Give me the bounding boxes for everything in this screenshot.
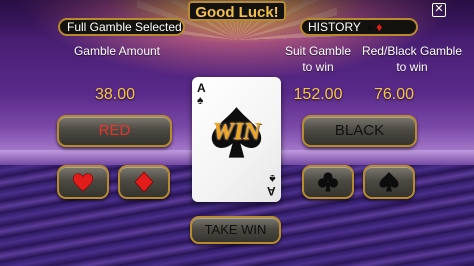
spades-icon [379, 172, 399, 192]
card-corner-spade-icon-bottom: ♠ [269, 172, 276, 186]
hearts-button[interactable] [57, 165, 109, 199]
suit-gamble-value: 152.00 [293, 86, 343, 103]
card-rank-bottom: A [267, 184, 276, 198]
clubs-button[interactable] [302, 165, 354, 199]
card-corner-bottom: A ♠ [267, 172, 276, 198]
history-panel[interactable]: HISTORY ♠ ♦ [300, 18, 418, 36]
black-button-label: BLACK [334, 122, 385, 139]
red-button[interactable]: RED [57, 115, 172, 147]
red-black-gamble-label-line2: to win [396, 60, 428, 74]
full-gamble-selected-label: Full Gamble Selected [58, 18, 185, 36]
gamble-amount-value: 38.00 [94, 86, 136, 103]
card-corner-top: A ♠ [197, 82, 206, 106]
playing-card: A ♠ WIN A ♠ [192, 77, 281, 202]
good-luck-title: Good Luck! [188, 1, 286, 21]
close-icon[interactable]: ✕ [432, 3, 446, 17]
spades-button[interactable] [363, 165, 415, 199]
red-black-gamble-value: 76.00 [373, 86, 415, 103]
card-corner-spade-icon: ♠ [197, 93, 204, 107]
history-label: HISTORY [308, 20, 361, 34]
win-overlay: WIN [212, 119, 261, 145]
suit-gamble-label-line1: Suit Gamble [284, 44, 352, 58]
diamonds-button[interactable] [118, 165, 170, 199]
clubs-icon [318, 172, 338, 192]
gamble-amount-label: Gamble Amount [73, 44, 161, 58]
diamond-icon: ♦ [376, 20, 383, 34]
history-suits: ♠ ♦ [367, 21, 383, 33]
spade-icon: ♠ [366, 20, 374, 34]
diamonds-icon [134, 171, 154, 193]
take-win-label: TAKE WIN [204, 222, 267, 237]
red-black-gamble-label-line1: Red/Black Gamble [361, 44, 463, 58]
suit-gamble-label-line2: to win [302, 60, 334, 74]
hearts-icon [72, 173, 94, 192]
black-button[interactable]: BLACK [302, 115, 417, 147]
take-win-button[interactable]: TAKE WIN [190, 216, 281, 244]
red-button-label: RED [98, 122, 131, 139]
